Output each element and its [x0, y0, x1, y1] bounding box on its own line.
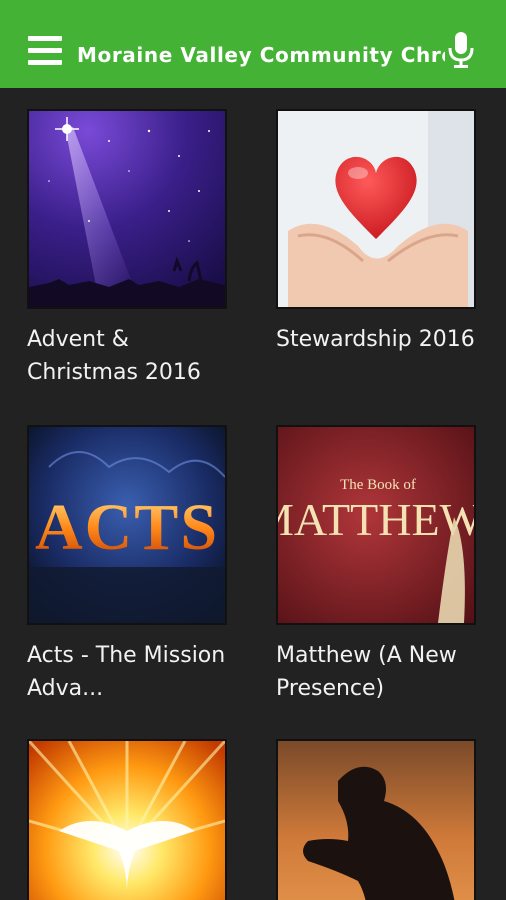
menu-line [28, 48, 62, 53]
series-title: Advent & Christmas 2016 [27, 327, 201, 385]
menu-line [28, 60, 62, 65]
series-thumbnail [276, 739, 476, 900]
acts-title-text: ACTS [35, 491, 219, 564]
series-card-matthew[interactable]: The Book of MATTHEW Matthew (A New Prese… [276, 425, 476, 705]
matthew-title-text: MATTHEW [278, 494, 474, 545]
series-thumbnail [27, 109, 227, 309]
series-title: Acts - The Mission Adva... [27, 643, 226, 701]
matthew-subtitle-text: The Book of [340, 477, 416, 493]
series-title: Stewardship 2016 [276, 327, 475, 352]
series-thumbnail: ACTS [27, 425, 227, 625]
app-title: Moraine Valley Community Chrch [77, 43, 445, 67]
series-card-prayer[interactable] [276, 739, 476, 900]
series-thumbnail: The Book of MATTHEW [276, 425, 476, 625]
series-title: Matthew (A New Presence) [276, 643, 457, 701]
app-bar: Moraine Valley Community Chrch [0, 0, 506, 88]
series-thumbnail [276, 109, 476, 309]
series-card-dove[interactable] [27, 739, 227, 900]
series-card-stewardship[interactable]: Stewardship 2016 [276, 109, 476, 356]
microphone-icon[interactable] [446, 30, 476, 70]
series-thumbnail [27, 739, 227, 900]
series-card-acts[interactable]: ACTS Acts - The Mission Adva... [27, 425, 227, 705]
series-card-advent[interactable]: Advent & Christmas 2016 [27, 109, 227, 389]
menu-line [28, 36, 62, 41]
hamburger-menu-icon[interactable] [28, 36, 62, 66]
series-grid: Advent & Christmas 2016 Stewardship 2016 [0, 88, 506, 900]
